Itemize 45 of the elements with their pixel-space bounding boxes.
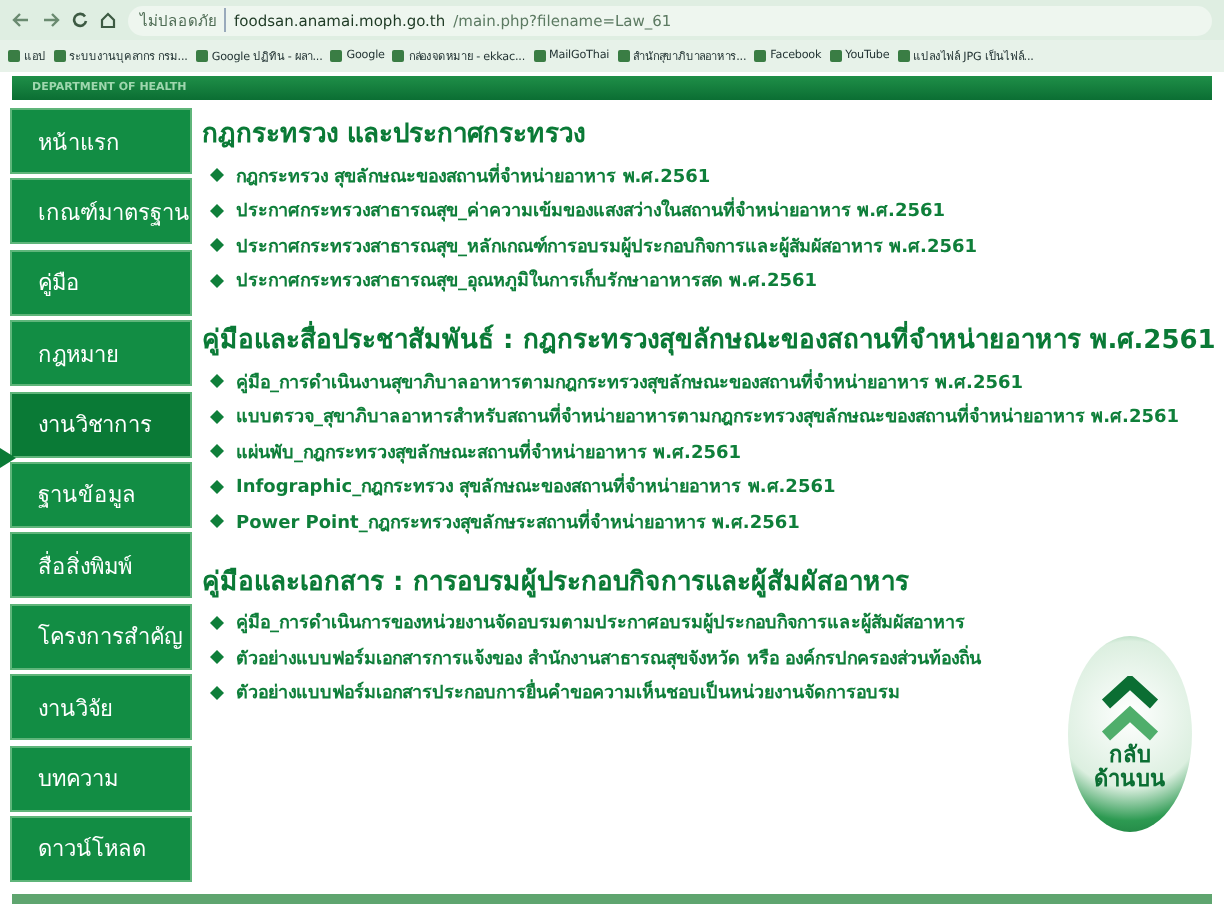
bullet-icon	[210, 203, 224, 217]
document-link[interactable]: Power Point_กฎกระทรวงสุขลักษระสถานที่จำหน่ายอาหาร พ.ศ.2561	[236, 507, 800, 535]
home-icon[interactable]	[100, 12, 116, 28]
section-heading: คู่มือและเอกสาร : การอบรมผู้ประกอบกิจการและผู้สัมผัสอาหาร	[202, 565, 911, 601]
sidebar-item[interactable]: งานวิจัย	[10, 674, 192, 741]
document-link[interactable]: กฎกระทรวง สุขลักษณะของสถานที่จำหน่ายอาหาร พ.ศ.2561	[236, 161, 711, 189]
sidebar-item[interactable]: งานวิชาการ	[10, 391, 192, 458]
bullet-icon	[210, 650, 224, 664]
document-link[interactable]: ตัวอย่างแบบฟอร์มเอกสารการแจ้งของ สำนักงานสาธารณสุขจังหวัด หรือ องค์กรปกครองส่วนท้องถิ่น	[236, 643, 981, 671]
document-link[interactable]: Infographic_กฎกระทรวง สุขลักษณะของสถานที่จำหน่ายอาหาร พ.ศ.2561	[236, 472, 836, 500]
section-heading: คู่มือและสื่อประชาสัมพันธ์ : กฎกระทรวงสุขลักษณะของสถานที่จำหน่ายอาหาร พ.ศ.2561	[202, 318, 1216, 360]
bullet-icon	[210, 374, 224, 388]
document-link[interactable]: แผ่นพับ_กฎกระทรวงสุขลักษณะสถานที่จำหน่ายอาหาร พ.ศ.2561	[236, 437, 742, 465]
document-link[interactable]: ประกาศกระทรวงสาธารณสุข_อุณหภูมิในการเก็บรักษาอาหารสด พ.ศ.2561	[236, 266, 818, 294]
document-link[interactable]: ประกาศกระทรวงสาธารณสุข_หลักเกณฑ์การอบรมผู้ประกอบกิจการและผู้สัมผัสอาหาร พ.ศ.2561	[236, 231, 978, 259]
double-chevron-up-icon	[1100, 675, 1160, 744]
forward-icon[interactable]	[42, 12, 60, 28]
sidebar-item[interactable]: ดาวน์โหลด	[10, 815, 192, 882]
reload-icon[interactable]	[72, 12, 88, 28]
bullet-icon	[210, 273, 224, 287]
back-to-top-button[interactable]: กลับ ด้านบน	[1068, 636, 1192, 832]
sidebar-item[interactable]: หน้าแรก	[10, 108, 192, 174]
sidebar-item[interactable]: โครงการสำคัญ	[10, 603, 192, 670]
document-link[interactable]: คู่มือ_การดำเนินการของหน่วยงานจัดอบรมตามประกาศอบรมผู้ประกอบกิจการและผู้สัมผัสอาหาร	[236, 608, 965, 636]
sidebar-item[interactable]: เกณฑ์มาตรฐาน	[10, 178, 192, 245]
sidebar-item[interactable]: สื่อสิ่งพิมพ์	[10, 532, 192, 599]
bullet-icon	[210, 685, 224, 699]
sidebar-item[interactable]: กฎหมาย	[10, 320, 192, 387]
bullet-icon	[210, 514, 224, 528]
bullet-icon	[210, 409, 224, 423]
sidebar-item[interactable]: ฐานข้อมูล	[10, 461, 192, 528]
document-link[interactable]: คู่มือ_การดำเนินงานสุขาภิบาลอาหารตามกฎกระทรวงสุขลักษณะของสถานที่จำหน่ายอาหาร พ.ศ.2561	[236, 367, 1024, 395]
bullet-icon	[210, 479, 224, 493]
bullet-icon	[210, 168, 224, 182]
sidebar-item[interactable]: บทความ	[10, 745, 192, 812]
bullet-icon	[210, 444, 224, 458]
section-heading: กฎกระทรวง และประกาศกระทรวง	[202, 118, 588, 154]
bullet-icon	[210, 615, 224, 629]
sidebar-item[interactable]: คู่มือ	[10, 249, 192, 316]
document-link[interactable]: ตัวอย่างแบบฟอร์มเอกสารประกอบการยื่นคำขอความเห็นชอบเป็นหน่วยงานจัดการอบรม	[236, 678, 900, 706]
back-icon[interactable]	[12, 12, 30, 28]
document-link[interactable]: ประกาศกระทรวงสาธารณสุข_ค่าความเข้มของแสงสว่างในสถานที่จำหน่ายอาหาร พ.ศ.2561	[236, 196, 946, 224]
document-link[interactable]: แบบตรวจ_สุขาภิบาลอาหารสำหรับสถานที่จำหน่ายอาหารตามกฎกระทรวงสุขลักษณะของสถานที่จำหน่ายอาหาร พ.ศ.2561	[236, 402, 1180, 430]
pointer-icon	[0, 447, 16, 468]
bullet-icon	[210, 238, 224, 252]
